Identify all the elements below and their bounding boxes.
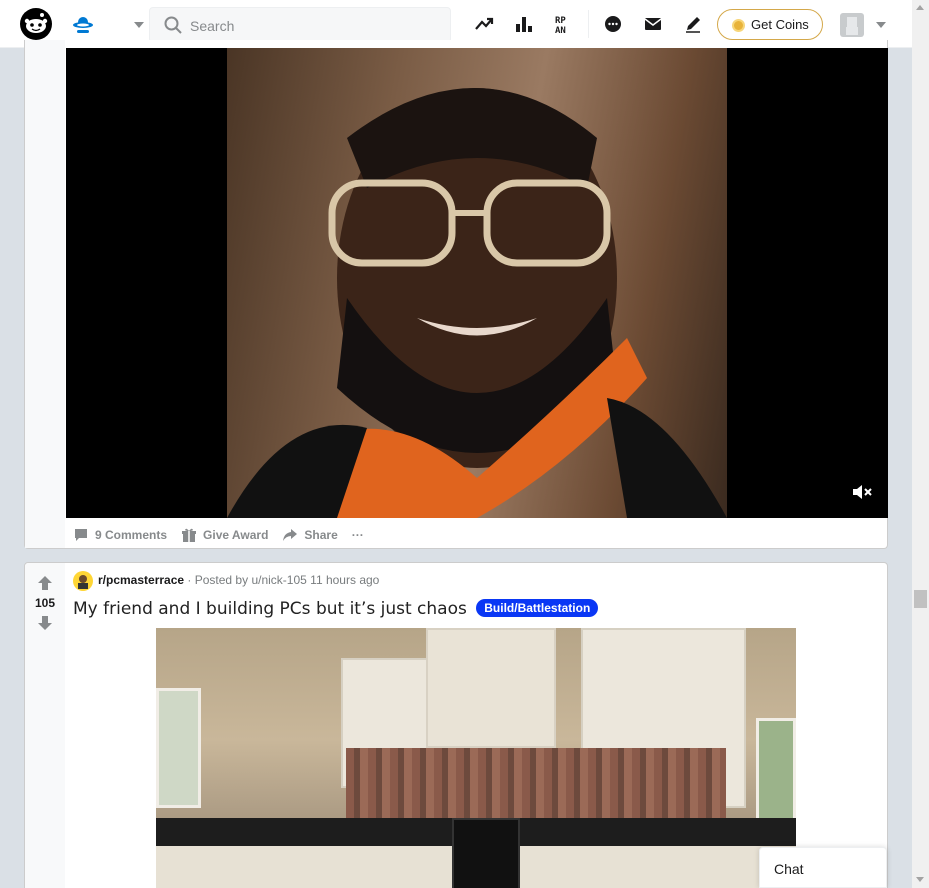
kitchen-window-left <box>156 688 201 808</box>
scroll-up-arrow-icon[interactable] <box>916 5 924 10</box>
share-label: Share <box>304 528 338 542</box>
search-input[interactable] <box>190 16 440 36</box>
share-button[interactable]: Share <box>282 527 338 543</box>
post-card-image[interactable]: 105 r/pcmasterrace · Posted by u/nick-10… <box>24 562 888 888</box>
get-coins-label: Get Coins <box>751 17 809 32</box>
create-post-pencil-icon[interactable] <box>683 14 703 34</box>
popular-trending-icon[interactable] <box>474 14 494 34</box>
video-player[interactable] <box>66 48 888 518</box>
post-title[interactable]: My friend and I building PCs but it’s ju… <box>73 599 599 619</box>
post-card-video[interactable]: 9 Comments Give Award Share ··· <box>24 40 888 549</box>
post-actions: 9 Comments Give Award Share ··· <box>73 524 364 546</box>
post-time[interactable]: 11 hours ago <box>310 573 379 587</box>
search-bar[interactable] <box>149 7 451 43</box>
share-arrow-icon <box>283 529 298 541</box>
user-menu-caret-icon[interactable] <box>876 22 886 28</box>
comments-button[interactable]: 9 Comments <box>73 527 167 543</box>
chat-widget[interactable]: Chat <box>759 847 887 888</box>
page-scrollbar[interactable] <box>912 0 929 888</box>
downvote-arrow-icon[interactable] <box>37 615 53 631</box>
video-frame <box>227 48 727 518</box>
header-divider <box>588 10 589 38</box>
posted-by-prefix: · Posted by <box>187 573 249 587</box>
search-icon <box>164 16 182 34</box>
scroll-thumb[interactable] <box>914 590 927 608</box>
community-dropdown-caret-icon[interactable] <box>134 22 144 28</box>
subreddit-link[interactable]: r/pcmasterrace <box>98 573 184 587</box>
coin-icon <box>732 19 745 32</box>
user-avatar[interactable] <box>840 13 864 37</box>
post-meta: r/pcmasterrace · Posted by u/nick-105 11… <box>98 573 379 587</box>
kitchen-window-right <box>756 718 796 828</box>
vote-rail <box>25 563 65 888</box>
get-coins-button[interactable]: Get Coins <box>717 9 823 40</box>
author-link[interactable]: u/nick-105 <box>251 573 306 587</box>
chat-icon[interactable] <box>603 14 623 34</box>
svg-text:RP: RP <box>555 16 566 26</box>
svg-text:AN: AN <box>555 26 566 34</box>
post-image[interactable] <box>156 628 796 888</box>
comment-icon <box>75 529 87 541</box>
comments-label: 9 Comments <box>95 528 168 542</box>
more-options-button[interactable]: ··· <box>352 528 364 542</box>
kitchen-backsplash <box>346 748 726 828</box>
give-award-label: Give Award <box>203 528 269 542</box>
kitchen-range-hood <box>426 628 556 748</box>
chat-label: Chat <box>774 861 804 877</box>
mute-icon[interactable] <box>852 484 872 500</box>
upvote-arrow-icon[interactable] <box>37 575 53 591</box>
home-icon[interactable] <box>72 12 94 36</box>
pc-case <box>452 818 520 888</box>
reddit-logo-icon[interactable] <box>20 8 52 40</box>
give-award-button[interactable]: Give Award <box>181 527 268 543</box>
vote-rail <box>25 40 65 548</box>
post-title-text: My friend and I building PCs but it’s ju… <box>73 599 467 619</box>
post-flair-badge[interactable]: Build/Battlestation <box>476 599 599 617</box>
vote-count: 105 <box>34 596 56 610</box>
gift-icon <box>182 528 197 542</box>
inbox-mail-icon[interactable] <box>643 14 663 34</box>
subreddit-icon[interactable] <box>73 571 93 591</box>
all-bar-chart-icon[interactable] <box>514 14 534 34</box>
rpan-icon[interactable]: RP AN <box>554 14 574 34</box>
more-options-icon: ··· <box>351 528 364 542</box>
scroll-down-arrow-icon[interactable] <box>916 877 924 882</box>
